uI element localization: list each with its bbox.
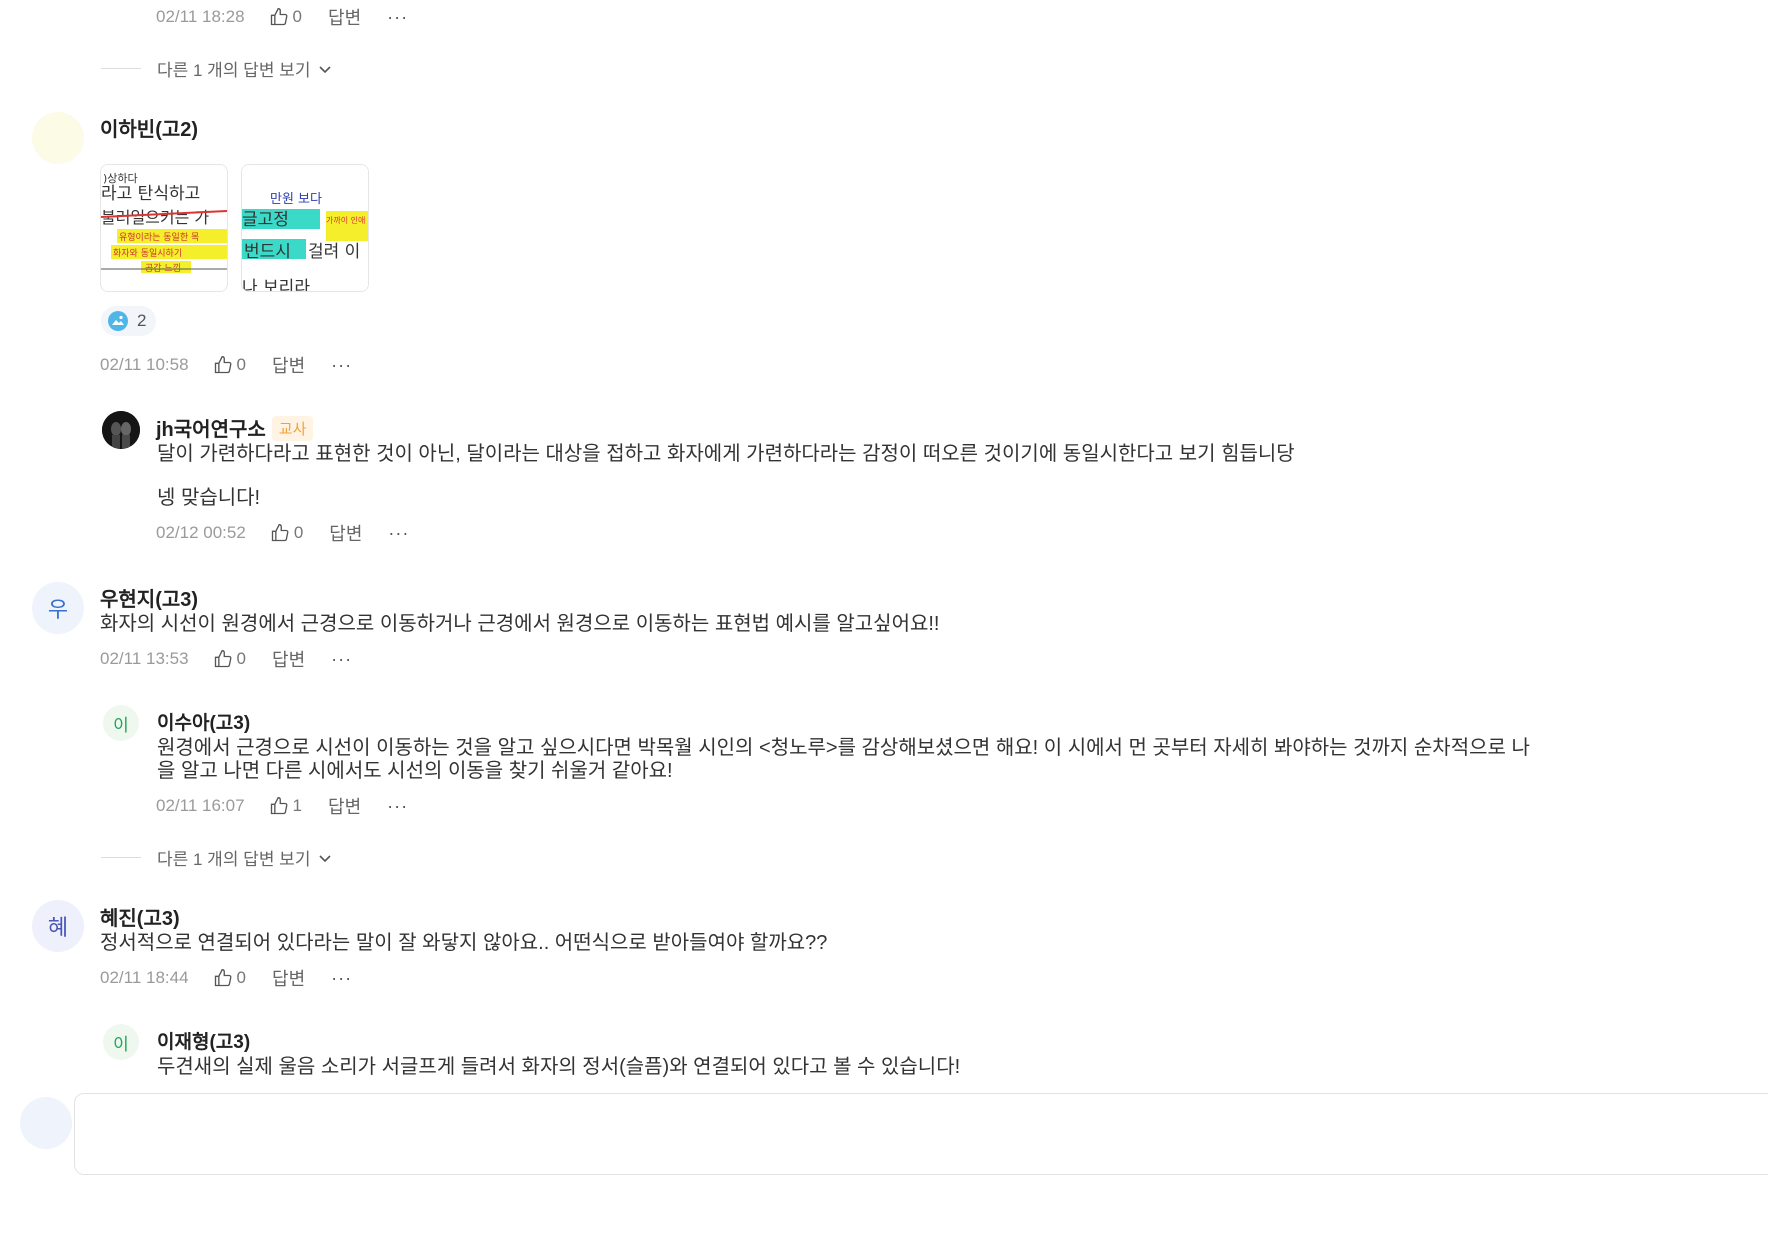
attached-image-1[interactable]: )상하다 라고 탄식하고 불러일으키는 가 유형이라는 동일한 목 화자와 동일… <box>100 164 228 292</box>
reply-text: 두견새의 실제 울음 소리가 서글프게 들려서 화자의 정서(슬픔)와 연결되어… <box>157 1056 961 1078</box>
avatar[interactable]: 이 <box>103 705 139 741</box>
avatar[interactable] <box>102 411 140 449</box>
comment-author[interactable]: 이하빈(고2) <box>100 113 198 142</box>
handwritten-note-image: 만원 보다 글고정 가까이 인애 번드시 걸려 이 나 보리라 <box>242 165 368 291</box>
more-options-button[interactable]: ··· <box>331 356 352 374</box>
comment-text: 화자의 시선이 원경에서 근경으로 이동하거나 근경에서 원경으로 이동하는 표… <box>100 613 940 635</box>
image-gallery-icon <box>108 311 128 331</box>
svg-text:유형이라는 동일한 목: 유형이라는 동일한 목 <box>119 232 199 243</box>
svg-text:번드시: 번드시 <box>244 242 291 262</box>
reply-author-line: jh국어연구소 교사 <box>156 413 314 442</box>
like-button[interactable]: 0 <box>213 649 246 669</box>
more-options-button[interactable]: ··· <box>331 650 352 668</box>
image-count: 2 <box>137 311 147 330</box>
svg-text:만원 보다: 만원 보다 <box>270 192 322 207</box>
timestamp: 02/11 13:53 <box>100 649 189 668</box>
like-count: 1 <box>292 796 303 815</box>
reply-author[interactable]: 이수아(고3) <box>157 708 250 735</box>
teacher-badge: 교사 <box>271 416 314 441</box>
svg-text:나 보리라: 나 보리라 <box>242 278 310 291</box>
more-options-button[interactable]: ··· <box>331 969 352 987</box>
like-button[interactable]: 1 <box>269 796 302 816</box>
comment-author[interactable]: 우현지(고3) <box>100 583 198 612</box>
chevron-down-icon <box>319 854 332 862</box>
like-count: 0 <box>236 649 247 668</box>
comment-input[interactable] <box>74 1093 1768 1175</box>
thumbs-up-icon <box>270 796 287 815</box>
thumbs-up-icon <box>214 355 231 374</box>
svg-text:가까이 인애: 가까이 인애 <box>326 215 365 225</box>
comment-author[interactable]: 혜진(고3) <box>100 902 180 931</box>
avatar[interactable]: 이 <box>103 1024 139 1060</box>
view-more-replies-label: 다른 1 개의 답변 보기 <box>157 61 311 80</box>
reply-author[interactable]: 이재형(고3) <box>157 1027 250 1054</box>
thumbs-up-icon <box>270 7 287 26</box>
like-button[interactable]: 0 <box>270 523 303 543</box>
view-more-replies-button[interactable]: 다른 1 개의 답변 보기 <box>101 56 332 81</box>
avatar[interactable]: 혜 <box>32 900 84 952</box>
view-more-replies-label: 다른 1 개의 답변 보기 <box>157 850 311 869</box>
reply-text: 원경에서 근경으로 시선이 이동하는 것을 알고 싶으시다면 박목월 시인의 <… <box>157 737 1530 759</box>
profile-photo-icon <box>102 411 140 449</box>
svg-text:공감 느낌: 공감 느낌 <box>145 262 181 274</box>
timestamp: 02/11 10:58 <box>100 355 189 374</box>
more-options-button[interactable]: ··· <box>388 524 409 542</box>
comment-meta: 02/11 10:58 0 답변 ··· <box>100 353 352 377</box>
timestamp: 02/11 18:28 <box>156 7 245 26</box>
attached-image-2[interactable]: 만원 보다 글고정 가까이 인애 번드시 걸려 이 나 보리라 <box>241 164 369 292</box>
reply-button[interactable]: 답변 <box>272 352 305 378</box>
more-options-button[interactable]: ··· <box>387 8 408 26</box>
reply-text-block: 원경에서 근경으로 시선이 이동하는 것을 알고 싶으시다면 박목월 시인의 <… <box>157 736 1768 784</box>
reply-meta: 02/11 18:28 0 답변 ··· <box>156 5 408 29</box>
avatar[interactable]: 우 <box>32 582 84 634</box>
like-count: 0 <box>236 968 247 987</box>
chevron-down-icon <box>319 65 332 73</box>
like-button[interactable]: 0 <box>269 7 302 27</box>
image-count-badge[interactable]: 2 <box>101 306 157 336</box>
handwritten-note-image: )상하다 라고 탄식하고 불러일으키는 가 유형이라는 동일한 목 화자와 동일… <box>101 165 227 291</box>
divider-line <box>101 68 141 69</box>
svg-text:)상하다: )상하다 <box>103 171 138 185</box>
reply-author[interactable]: jh국어연구소 <box>156 419 266 441</box>
like-button[interactable]: 0 <box>213 355 246 375</box>
thumbs-up-icon <box>214 968 231 987</box>
thumbs-up-icon <box>271 523 289 542</box>
avatar <box>20 1097 72 1149</box>
comment-meta: 02/11 18:44 0 답변 ··· <box>100 966 352 990</box>
reply-text: 넹 맞습니다! <box>157 487 261 509</box>
reply-button[interactable]: 답변 <box>329 520 362 546</box>
like-count: 0 <box>236 355 247 374</box>
reply-button[interactable]: 답변 <box>328 4 361 30</box>
view-more-replies-button[interactable]: 다른 1 개의 답변 보기 <box>101 845 332 870</box>
reply-text: 을 알고 나면 다른 시에서도 시선의 이동을 찾기 쉬울거 같아요! <box>157 760 673 782</box>
comment-meta: 02/11 13:53 0 답변 ··· <box>100 647 352 671</box>
timestamp: 02/11 18:44 <box>100 968 189 987</box>
reply-button[interactable]: 답변 <box>272 646 305 672</box>
comment-text: 정서적으로 연결되어 있다라는 말이 잘 와닿지 않아요.. 어떤식으로 받아들… <box>100 932 828 954</box>
svg-text:걸려 이: 걸려 이 <box>308 242 360 262</box>
svg-text:글고정: 글고정 <box>242 210 289 230</box>
timestamp: 02/12 00:52 <box>156 523 246 542</box>
like-count: 0 <box>292 7 303 26</box>
reply-meta: 02/11 16:07 1 답변 ··· <box>156 794 408 818</box>
reply-meta: 02/12 00:52 0 답변 ··· <box>156 521 409 545</box>
like-button[interactable]: 0 <box>213 968 246 988</box>
more-options-button[interactable]: ··· <box>387 797 408 815</box>
avatar[interactable] <box>32 112 84 164</box>
divider-line <box>101 857 141 858</box>
svg-text:라고 탄식하고: 라고 탄식하고 <box>101 184 200 204</box>
reply-text: 달이 가련하다라고 표현한 것이 아닌, 달이라는 대상을 접하고 화자에게 가… <box>157 443 1295 465</box>
like-count: 0 <box>293 523 304 542</box>
thumbs-up-icon <box>214 649 231 668</box>
reply-button[interactable]: 답변 <box>328 793 361 819</box>
reply-button[interactable]: 답변 <box>272 965 305 991</box>
timestamp: 02/11 16:07 <box>156 796 245 815</box>
svg-text:화자와 동일시하기: 화자와 동일시하기 <box>113 247 182 259</box>
svg-text:불러일으키는 가: 불러일으키는 가 <box>101 208 209 227</box>
